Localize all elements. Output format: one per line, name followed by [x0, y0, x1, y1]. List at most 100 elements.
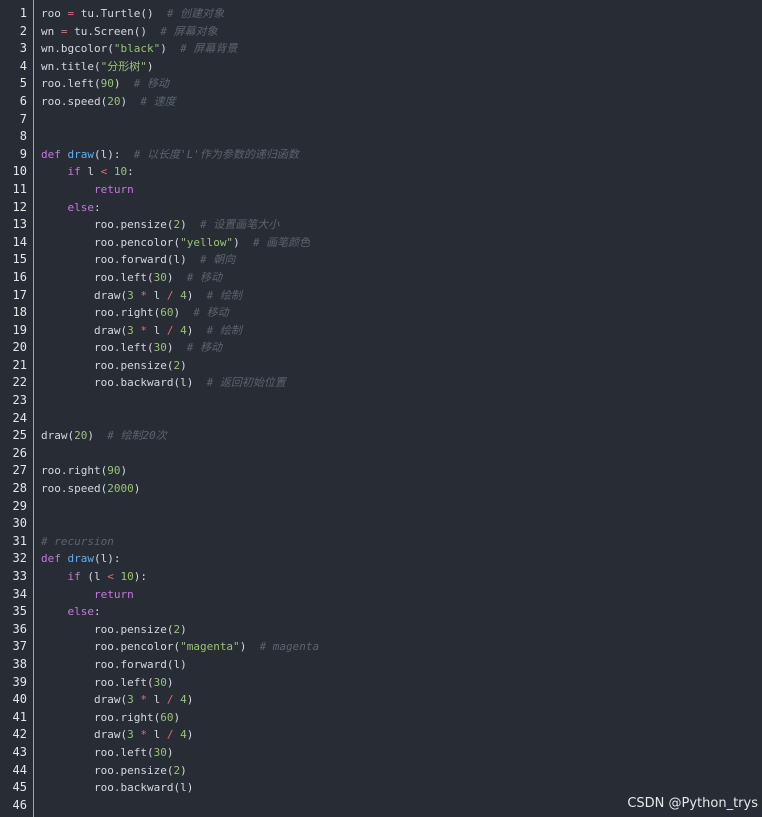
code-token: 60 — [160, 306, 174, 320]
code-text: roo.forward(l) # 朝向 — [41, 251, 235, 269]
code-token: 90 — [100, 77, 114, 91]
code-token: ) — [173, 306, 194, 320]
line-number: 17 — [12, 287, 27, 302]
code-line[interactable]: 24 — [0, 410, 762, 428]
code-text: # recursion — [41, 533, 114, 551]
code-token: roo.pencolor( — [41, 640, 181, 654]
code-text: draw(3 * l / 4) # 绘制 — [41, 287, 242, 305]
code-token: if — [67, 165, 81, 179]
code-line[interactable]: 5 roo.left(90) # 移动 — [0, 75, 762, 93]
line-number: 12 — [12, 199, 27, 214]
code-text: draw(3 * l / 4) # 绘制 — [41, 322, 242, 340]
code-line[interactable]: 7 — [0, 111, 762, 129]
code-line[interactable]: 31 # recursion — [0, 533, 762, 551]
code-text: roo.left(30) # 移动 — [41, 339, 222, 357]
code-line[interactable]: 41 roo.right(60) — [0, 709, 762, 727]
code-line[interactable]: 34 return — [0, 586, 762, 604]
code-line[interactable]: 35 else: — [0, 603, 762, 621]
code-line[interactable]: 4 wn.title("分形树") — [0, 58, 762, 76]
code-line[interactable]: 11 return — [0, 181, 762, 199]
code-text: wn.title("分形树") — [41, 58, 153, 76]
code-line[interactable]: 8 — [0, 128, 762, 146]
line-number: 8 — [19, 129, 27, 144]
code-line[interactable]: 6 roo.speed(20) # 速度 — [0, 93, 762, 111]
code-line[interactable]: 42 draw(3 * l / 4) — [0, 726, 762, 744]
code-line[interactable]: 20 roo.left(30) # 移动 — [0, 339, 762, 357]
code-line[interactable]: 1 roo = tu.Turtle() # 创建对象 — [0, 5, 762, 23]
code-token: ) — [186, 693, 194, 707]
code-line[interactable]: 18 roo.right(60) # 移动 — [0, 304, 762, 322]
code-line[interactable]: 22 roo.backward(l) # 返回初始位置 — [0, 374, 762, 392]
code-text: roo.speed(2000) — [41, 480, 140, 498]
code-token: ) — [233, 235, 253, 249]
code-line[interactable]: 10 if l < 10: — [0, 163, 762, 181]
code-line[interactable]: 15 roo.forward(l) # 朝向 — [0, 251, 762, 269]
code-line[interactable]: 25 draw(20) # 绘制20次 — [0, 427, 762, 445]
code-token: : — [94, 605, 101, 619]
line-number: 31 — [12, 533, 27, 548]
code-line[interactable]: 30 — [0, 515, 762, 533]
code-line[interactable]: 32 def draw(l): — [0, 550, 762, 568]
code-line[interactable]: 14 roo.pencolor("yellow") # 画笔颜色 — [0, 234, 762, 252]
code-text: roo.backward(l) # 返回初始位置 — [41, 374, 286, 392]
code-line[interactable]: 17 draw(3 * l / 4) # 绘制 — [0, 287, 762, 305]
code-token: "magenta" — [180, 640, 240, 654]
watermark-text: CSDN @Python_trys — [627, 796, 758, 811]
code-lines[interactable]: 1 roo = tu.Turtle() # 创建对象 2 wn = tu.Screen… — [0, 5, 762, 814]
code-token: ) — [166, 675, 174, 689]
line-number: 42 — [12, 727, 27, 742]
code-line[interactable]: 19 draw(3 * l / 4) # 绘制 — [0, 322, 762, 340]
code-comment: # 速度 — [140, 94, 176, 108]
line-number: 2 — [19, 23, 27, 38]
code-line[interactable]: 40 draw(3 * l / 4) — [0, 691, 762, 709]
code-token: l — [146, 323, 167, 337]
code-line[interactable]: 45 roo.backward(l) — [0, 779, 762, 797]
code-line[interactable]: 29 — [0, 498, 762, 516]
line-number: 43 — [12, 744, 27, 759]
code-line[interactable]: 21 roo.pensize(2) — [0, 357, 762, 375]
code-line[interactable]: 44 roo.pensize(2) — [0, 762, 762, 780]
line-number: 39 — [12, 674, 27, 689]
code-token: * — [140, 728, 147, 742]
code-token: "分形树" — [100, 59, 147, 73]
code-line[interactable]: 33 if (l < 10): — [0, 568, 762, 586]
code-line[interactable]: 23 — [0, 392, 762, 410]
code-line[interactable]: 12 else: — [0, 199, 762, 217]
line-number: 24 — [12, 410, 27, 425]
code-token: 4 — [180, 288, 187, 302]
code-token: ) — [166, 270, 187, 284]
code-editor[interactable]: 1 roo = tu.Turtle() # 创建对象 2 wn = tu.Screen… — [0, 0, 762, 817]
code-line[interactable]: 36 roo.pensize(2) — [0, 621, 762, 639]
code-token: wn.title( — [41, 59, 101, 73]
line-number: 6 — [19, 93, 27, 108]
code-token: roo.pensize( — [41, 218, 174, 232]
code-line[interactable]: 26 — [0, 445, 762, 463]
code-token: roo.left( — [41, 77, 101, 91]
code-line[interactable]: 2 wn = tu.Screen() # 屏幕对象 — [0, 23, 762, 41]
code-token: roo.right( — [41, 306, 161, 320]
code-line[interactable]: 37 roo.pencolor("magenta") # magenta — [0, 638, 762, 656]
code-line[interactable]: 38 roo.forward(l) — [0, 656, 762, 674]
code-line[interactable]: 28 roo.speed(2000) — [0, 480, 762, 498]
code-line[interactable]: 9 def draw(l): # 以长度'L'作为参数的递归函数 — [0, 146, 762, 164]
code-text: roo.speed(20) # 速度 — [41, 93, 176, 111]
code-text: wn.bgcolor("black") # 屏幕背景 — [41, 40, 237, 58]
code-token: draw — [67, 552, 95, 566]
code-line[interactable]: 13 roo.pensize(2) # 设置画笔大小 — [0, 216, 762, 234]
line-number: 21 — [12, 357, 27, 372]
code-line[interactable]: 43 roo.left(30) — [0, 744, 762, 762]
code-token: draw( — [41, 429, 75, 443]
code-line[interactable]: 3 wn.bgcolor("black") # 屏幕背景 — [0, 40, 762, 58]
code-token: "black" — [113, 42, 161, 56]
code-token: else — [67, 200, 95, 214]
line-number: 41 — [12, 709, 27, 724]
code-text: roo.right(60) # 移动 — [41, 304, 229, 322]
code-line[interactable]: 39 roo.left(30) — [0, 674, 762, 692]
code-line[interactable]: 27 roo.right(90) — [0, 462, 762, 480]
code-comment: # recursion — [41, 534, 114, 548]
code-token: roo.backward(l) — [41, 376, 207, 390]
code-line[interactable]: 16 roo.left(30) # 移动 — [0, 269, 762, 287]
line-number: 28 — [12, 481, 27, 496]
